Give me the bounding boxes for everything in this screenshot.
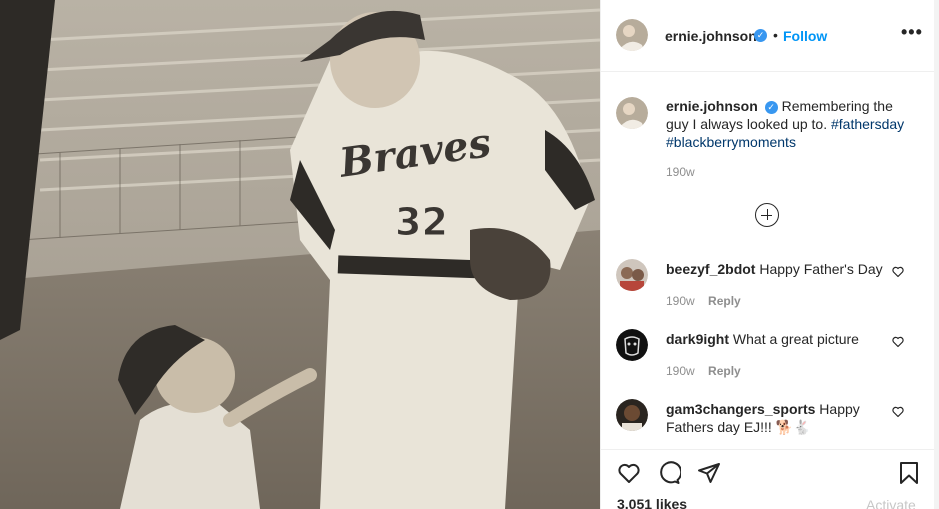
author-username[interactable]: ernie.johnson — [665, 28, 757, 44]
comment-body: Happy Father's Day — [759, 261, 883, 277]
commenter-avatar[interactable] — [616, 329, 648, 361]
like-comment-heart-icon[interactable] — [892, 336, 904, 348]
activation-watermark: Activate — [866, 497, 916, 509]
bookmark-icon[interactable] — [897, 461, 921, 485]
caption-text: ernie.johnson ✓ Remembering the guy I al… — [666, 97, 906, 151]
heart-icon[interactable] — [617, 461, 641, 485]
comment-timestamp[interactable]: 190w — [666, 364, 695, 378]
author-avatar[interactable] — [616, 19, 648, 51]
comment-item: dark9ight What a great picture 190w Repl… — [616, 329, 916, 389]
post-header: ernie.johnson ✓ • Follow ••• — [601, 0, 935, 72]
comment-text: gam3changers_sports Happy Fathers day EJ… — [666, 400, 886, 436]
verified-badge-icon: ✓ — [764, 101, 778, 114]
scrollbar[interactable] — [934, 0, 939, 509]
post-detail-panel: ernie.johnson ✓ • Follow ••• ernie.johns… — [600, 0, 939, 509]
comment-meta: 190w Reply — [666, 364, 741, 378]
comment-timestamp[interactable]: 190w — [666, 294, 695, 308]
comment-meta: 190w Reply — [666, 294, 741, 308]
comment-text: dark9ight What a great picture — [666, 330, 886, 348]
verified-badge-icon: ✓ — [754, 29, 767, 42]
reply-button[interactable]: Reply — [708, 294, 741, 308]
comment-body: What a great picture — [732, 331, 859, 347]
caption-timestamp[interactable]: 190w — [666, 165, 695, 179]
follow-button[interactable]: Follow — [783, 28, 827, 44]
share-icon[interactable] — [697, 461, 721, 485]
caption-username[interactable]: ernie.johnson — [666, 98, 758, 114]
commenter-avatar[interactable] — [616, 399, 648, 431]
commenter-avatar[interactable] — [616, 259, 648, 291]
comment-text: beezyf_2bdot Happy Father's Day — [666, 260, 886, 278]
comment-item: beezyf_2bdot Happy Father's Day 190w Rep… — [616, 259, 916, 319]
commenter-username[interactable]: dark9ight — [666, 331, 729, 347]
likes-count[interactable]: 3,051 likes — [617, 496, 687, 509]
comment-icon[interactable] — [657, 461, 681, 485]
hashtag-link[interactable]: #blackberrymoments — [666, 134, 796, 150]
more-options-icon[interactable]: ••• — [901, 22, 923, 43]
caption-avatar[interactable] — [616, 97, 648, 129]
commenter-username[interactable]: gam3changers_sports — [666, 401, 815, 417]
load-more-comments-icon[interactable] — [755, 203, 779, 227]
jersey-number: 32 — [395, 200, 448, 244]
commenter-username[interactable]: beezyf_2bdot — [666, 261, 755, 277]
reply-button[interactable]: Reply — [708, 364, 741, 378]
like-comment-heart-icon[interactable] — [892, 266, 904, 278]
hashtag-link[interactable]: #fathersday — [831, 116, 904, 132]
separator-dot: • — [773, 27, 778, 43]
post-photo[interactable]: Braves 32 — [0, 0, 600, 509]
like-comment-heart-icon[interactable] — [892, 406, 904, 418]
